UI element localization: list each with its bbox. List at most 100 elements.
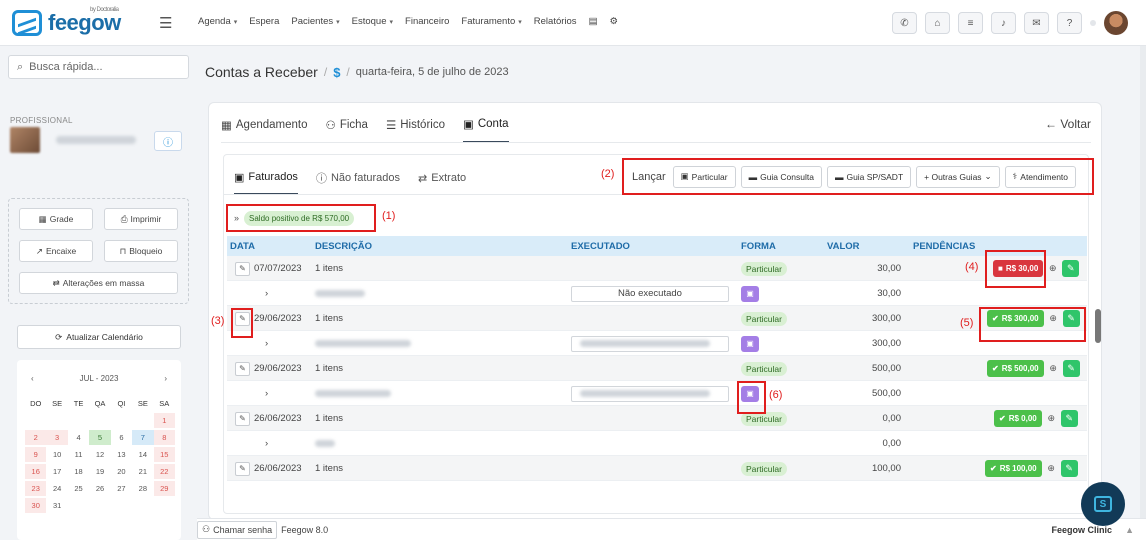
calendar-day[interactable]: 1 <box>153 413 175 428</box>
calendar-day[interactable]: 19 <box>89 464 110 479</box>
pendencia-badge[interactable]: ✔ R$ 500,00 <box>987 360 1044 377</box>
zoom-icon[interactable]: ⊕ <box>1045 410 1058 427</box>
chevron-right-icon[interactable]: › <box>265 431 268 456</box>
nav-financeiro[interactable]: Financeiro <box>405 16 449 27</box>
gear-icon[interactable]: ⚙ <box>610 16 619 27</box>
bell-icon[interactable]: ♪ <box>991 12 1016 34</box>
paperclip-icon[interactable]: ✎ <box>1060 460 1078 477</box>
zoom-icon[interactable]: ⊕ <box>1047 360 1060 377</box>
col-data[interactable]: DATA <box>230 241 255 252</box>
tab-conta[interactable]: ▣ Conta <box>462 117 509 143</box>
col-executado[interactable]: EXECUTADO <box>571 241 630 252</box>
search-input[interactable]: ⌕ Busca rápida... <box>8 55 189 79</box>
feegow-logo[interactable]: by Doctoralia feegow <box>12 7 121 38</box>
paperclip-icon[interactable]: ✎ <box>1062 360 1080 377</box>
lancar-outras-guias-button[interactable]: + Outras Guias ⌄ <box>916 165 1000 188</box>
calendar-day[interactable]: 13 <box>111 447 132 462</box>
table-row[interactable]: ✎ 26/06/2023 1 itens Particular 0,00 ✔ R$ … <box>227 406 1087 431</box>
nav-faturamento[interactable]: Faturamento ▾ <box>461 16 521 27</box>
database-icon[interactable]: ▤ <box>589 16 598 27</box>
payment-icon[interactable]: ▣ <box>741 285 759 302</box>
executado-status-blurred[interactable] <box>571 385 729 402</box>
nav-estoque[interactable]: Estoque ▾ <box>352 16 393 27</box>
calendar-day[interactable]: 31 <box>46 498 67 513</box>
phone-icon[interactable]: ✆ <box>892 12 917 34</box>
saldo-indicator[interactable]: » Saldo positivo de R$ 570,00 <box>226 204 376 232</box>
tab-nao-faturados[interactable]: ⓘ Não faturados <box>316 170 400 195</box>
pendencia-badge[interactable]: ✔ R$ 100,00 <box>985 460 1042 477</box>
tab-faturados[interactable]: ▣ Faturados <box>234 170 298 195</box>
info-icon[interactable]: ⓘ <box>154 131 182 151</box>
calendar-day[interactable]: 6 <box>111 430 132 445</box>
calendar-day[interactable]: 12 <box>89 447 110 462</box>
hamburger-menu-icon[interactable]: ☰ <box>159 14 172 32</box>
bloqueio-button[interactable]: ⊓ Bloqueio <box>104 240 178 262</box>
calendar-day[interactable]: 23 <box>25 481 47 496</box>
col-pendencias[interactable]: PENDÊNCIAS <box>913 241 975 252</box>
col-descricao[interactable]: DESCRIÇÃO <box>315 241 372 252</box>
edit-icon[interactable]: ✎ <box>235 261 250 276</box>
table-row[interactable]: ✎ 29/06/2023 1 itens Particular 500,00 ✔ R… <box>227 356 1087 381</box>
grade-button[interactable]: ▦ Grade <box>19 208 93 230</box>
calendar-day[interactable]: 27 <box>111 481 132 496</box>
prev-month-icon[interactable]: ‹ <box>31 374 34 383</box>
chevron-right-icon[interactable]: › <box>265 381 268 406</box>
lancar-guia-sp-sadt-button[interactable]: ▬ Guia SP/SADT <box>826 165 912 188</box>
chevron-right-icon[interactable]: › <box>265 281 268 306</box>
edit-icon[interactable]: ✎ <box>235 411 250 426</box>
calendar-day[interactable]: 5 <box>89 430 111 445</box>
scroll-top-icon[interactable]: ▲ <box>1125 525 1134 535</box>
calendar-day[interactable]: 21 <box>132 464 153 479</box>
calendar-day[interactable]: 24 <box>46 481 67 496</box>
calendar-day[interactable]: 2 <box>25 430 47 445</box>
table-row[interactable]: ✎ 07/07/2023 1 itens Particular 30,00 ■ R$… <box>227 256 1087 281</box>
edit-icon[interactable]: ✎ <box>235 461 250 476</box>
voltar-button[interactable]: ← Voltar <box>1045 117 1091 131</box>
executado-status-blurred[interactable] <box>571 335 729 352</box>
calendar-day[interactable]: 18 <box>68 464 89 479</box>
paperclip-icon[interactable]: ✎ <box>1062 260 1080 277</box>
calendar-day[interactable]: 11 <box>68 447 89 462</box>
table-row[interactable]: ✎ 29/06/2023 1 itens Particular 300,00 ✔ R… <box>227 306 1087 331</box>
calendar-day[interactable]: 16 <box>25 464 47 479</box>
encaixe-button[interactable]: ↗ Encaixe <box>19 240 93 262</box>
chamar-senha-button[interactable]: ⚇ Chamar senha <box>197 520 278 539</box>
inbox-icon[interactable]: ⌂ <box>925 12 950 34</box>
calendar-day[interactable]: 26 <box>89 481 110 496</box>
calendar-day[interactable]: 7 <box>132 430 154 445</box>
user-avatar[interactable] <box>1104 11 1128 35</box>
nav-espera[interactable]: Espera <box>249 16 279 27</box>
imprimir-button[interactable]: ⎙ Imprimir <box>104 208 178 230</box>
lancar-atendimento-button[interactable]: ⚕ Atendimento <box>1004 165 1077 188</box>
nav-relatorios[interactable]: Relatórios <box>534 16 577 27</box>
table-row[interactable]: ✎ 26/06/2023 1 itens Particular 100,00 ✔ R… <box>227 456 1087 481</box>
nav-pacientes[interactable]: Pacientes ▾ <box>291 16 339 27</box>
next-month-icon[interactable]: › <box>164 374 167 383</box>
tab-agendamento[interactable]: ▦ Agendamento <box>221 117 308 143</box>
nav-agenda[interactable]: Agenda ▾ <box>198 16 237 27</box>
calendar-day[interactable]: 10 <box>46 447 67 462</box>
executado-status[interactable]: Não executado <box>571 285 729 302</box>
calendar-day[interactable]: 4 <box>68 430 89 445</box>
chat-widget-button[interactable]: S <box>1081 482 1125 526</box>
calendar-day[interactable]: 22 <box>153 464 175 479</box>
calendar-day[interactable]: 20 <box>111 464 132 479</box>
pendencia-badge[interactable]: ✔ R$ 0,00 <box>994 410 1042 427</box>
payment-icon[interactable]: ▣ <box>741 335 759 352</box>
calendar-day[interactable]: 9 <box>25 447 47 462</box>
table-scrollbar[interactable] <box>1095 309 1101 343</box>
col-valor[interactable]: VALOR <box>827 241 860 252</box>
calendar-day[interactable]: 15 <box>153 447 175 462</box>
edit-icon[interactable]: ✎ <box>235 361 250 376</box>
zoom-icon[interactable]: ⊕ <box>1046 260 1059 277</box>
zoom-icon[interactable]: ⊕ <box>1045 460 1058 477</box>
calendar-day[interactable]: 28 <box>132 481 153 496</box>
lancar-particular-button[interactable]: ▣ Particular <box>672 165 736 188</box>
chat-icon[interactable]: ✉ <box>1024 12 1049 34</box>
lancar-guia-consulta-button[interactable]: ▬ Guia Consulta <box>740 165 822 188</box>
calendar-day[interactable]: 17 <box>46 464 67 479</box>
calendar-day[interactable]: 14 <box>132 447 153 462</box>
calendar-day[interactable]: 25 <box>68 481 89 496</box>
tab-extrato[interactable]: ⇄ Extrato <box>418 170 466 195</box>
atualizar-calendario-button[interactable]: ⟳ Atualizar Calendário <box>17 325 181 349</box>
